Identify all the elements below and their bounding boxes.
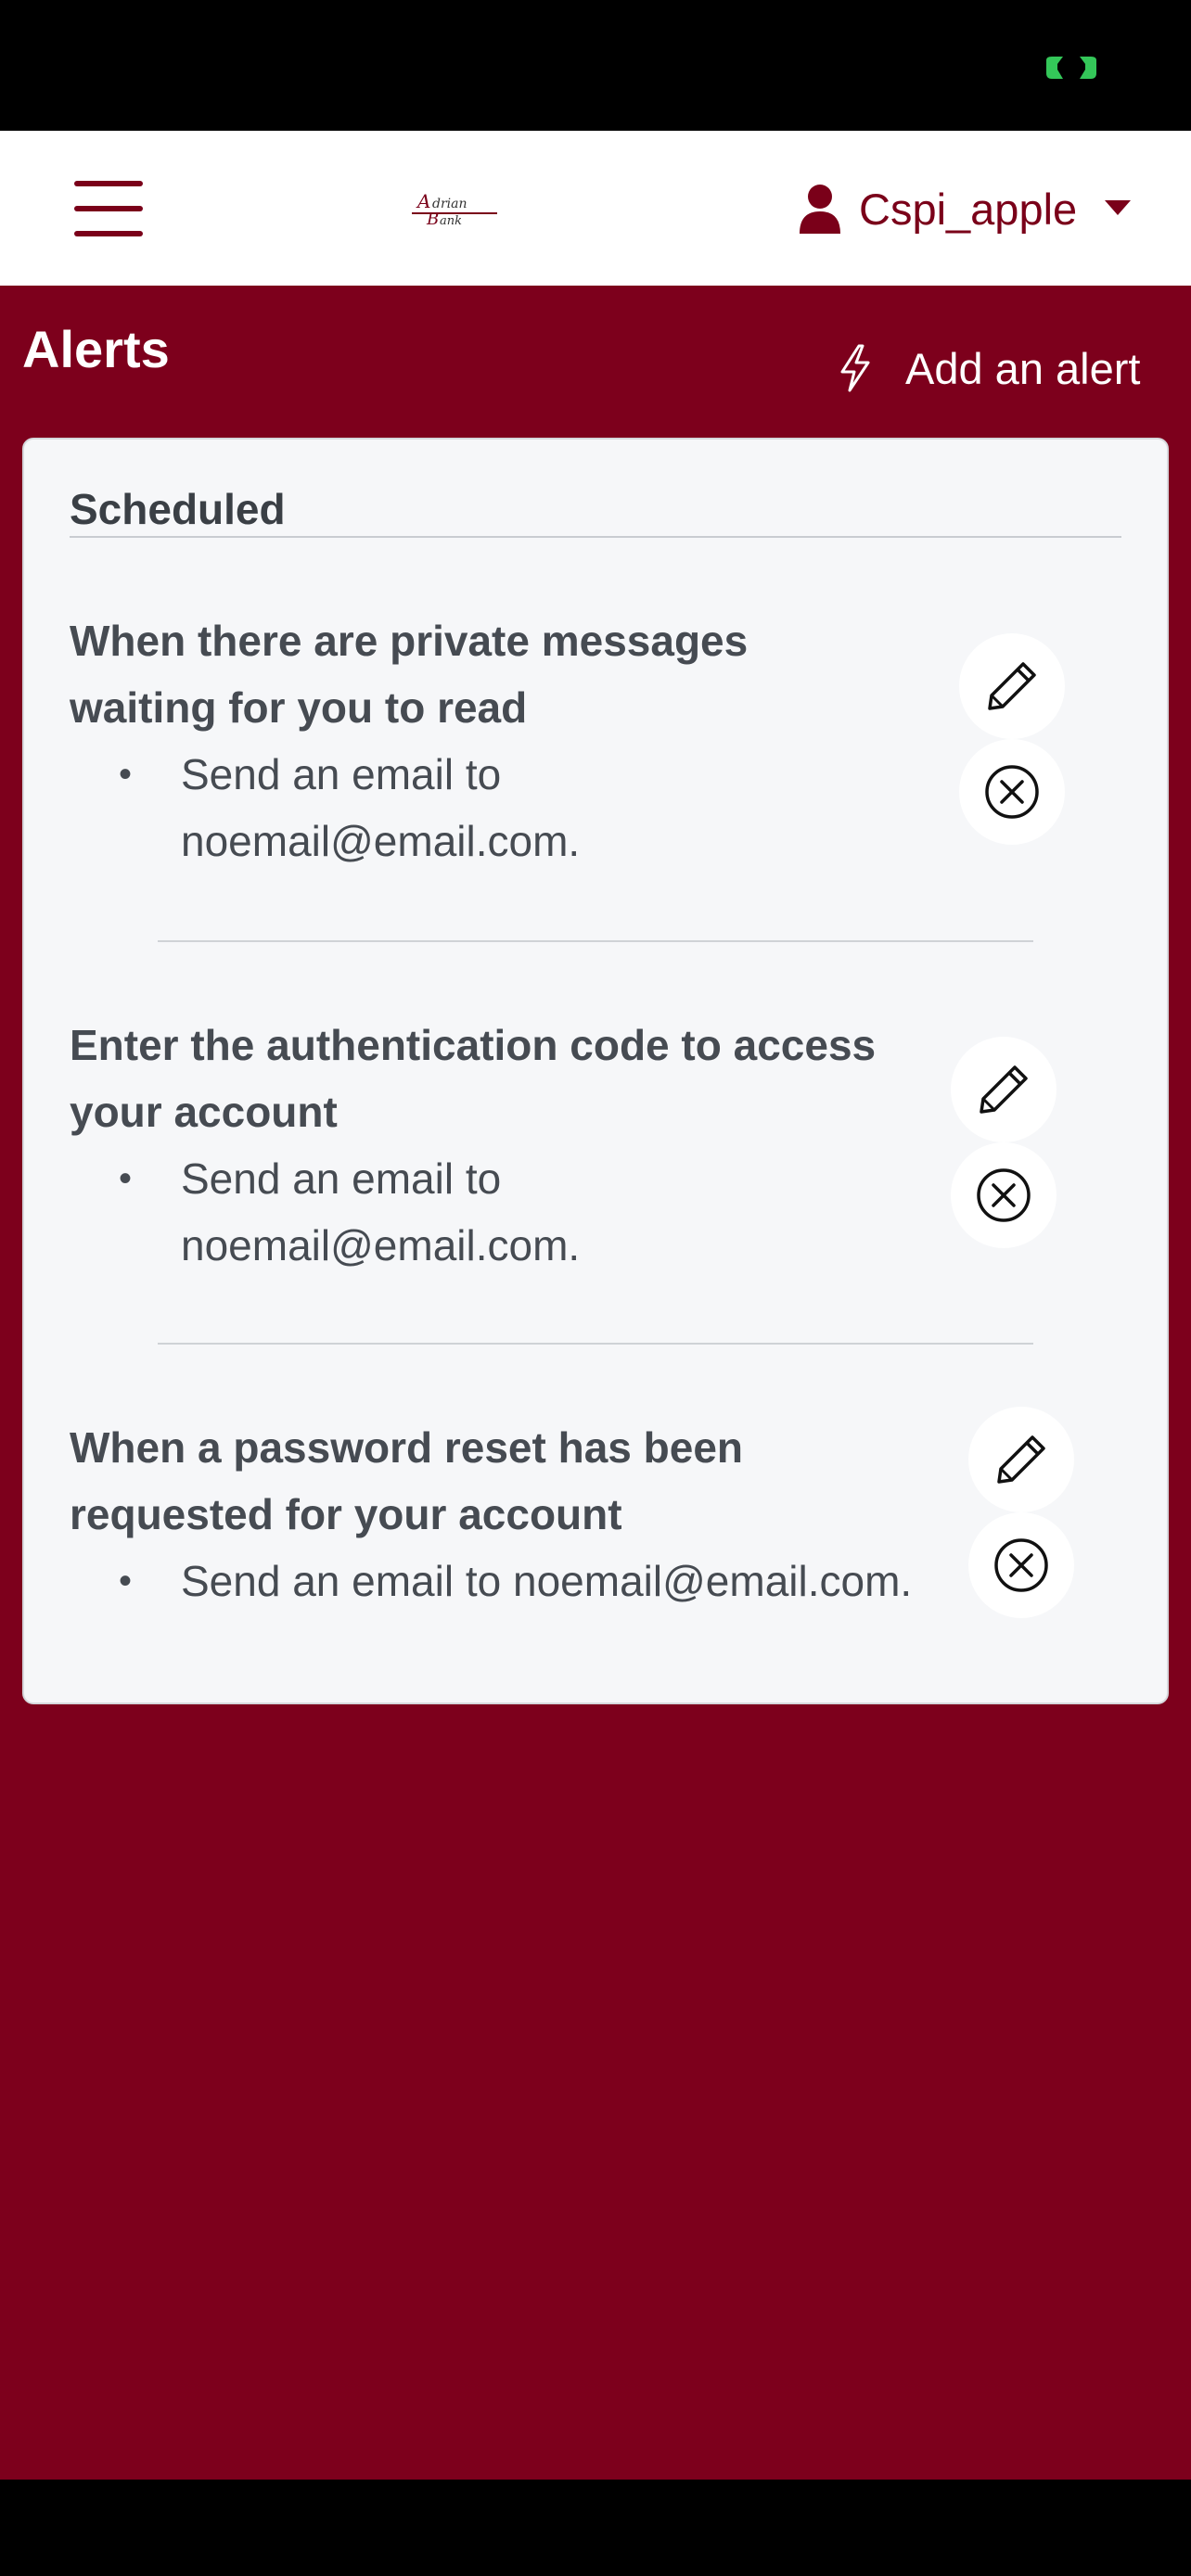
lightning-bolt-icon xyxy=(840,344,870,392)
hamburger-line xyxy=(74,206,143,211)
alert-title-line: When a password reset has been xyxy=(70,1423,744,1472)
delete-alert-button[interactable] xyxy=(968,1512,1074,1618)
home-bar xyxy=(0,2480,1191,2576)
hamburger-menu-button[interactable] xyxy=(74,181,143,236)
page-title: Alerts xyxy=(22,320,170,378)
alert-action-line: Send an email to noemail@email.com. xyxy=(181,1557,913,1605)
alert-title: When there are private messages waiting … xyxy=(70,607,960,741)
bank-logo: A drian B ank xyxy=(412,190,497,229)
alert-action-item: • Send an email to noemail@email.com. xyxy=(70,1548,912,1614)
alert-divider xyxy=(158,940,1033,942)
alert-title-line: When there are private messages xyxy=(70,617,749,665)
pencil-icon xyxy=(980,1065,1028,1114)
status-bar xyxy=(0,0,1191,131)
user-icon xyxy=(800,185,840,234)
alert-action-line: noemail@email.com. xyxy=(181,817,581,865)
alert-title-line: waiting for you to read xyxy=(70,683,528,732)
edit-alert-button[interactable] xyxy=(968,1407,1074,1512)
status-indicator-icon xyxy=(1046,57,1096,79)
delete-alert-button[interactable] xyxy=(959,739,1065,845)
circle-x-icon xyxy=(985,765,1039,819)
section-title-scheduled: Scheduled xyxy=(70,485,286,533)
user-menu-dropdown[interactable]: Cspi_apple xyxy=(798,176,1132,241)
alert-title-line: your account xyxy=(70,1088,338,1136)
alert-action-line: Send an email to xyxy=(181,750,502,798)
alert-action-line: Send an email to xyxy=(181,1154,502,1203)
hamburger-line xyxy=(74,231,143,236)
add-alert-button[interactable]: Add an alert xyxy=(839,338,1140,398)
circle-x-icon xyxy=(994,1538,1048,1592)
alert-title: Enter the authentication code to access … xyxy=(70,1012,960,1145)
alert-title-line: requested for your account xyxy=(70,1490,622,1538)
add-alert-label: Add an alert xyxy=(905,343,1141,393)
alert-divider xyxy=(158,1343,1033,1345)
caret-down-icon xyxy=(1105,200,1132,215)
alert-action-item: • Send an email to noemail@email.com. xyxy=(70,741,580,874)
pencil-icon xyxy=(997,1435,1045,1484)
alert-action-item: • Send an email to noemail@email.com. xyxy=(70,1145,580,1279)
section-divider xyxy=(70,536,1121,538)
hamburger-line xyxy=(74,181,143,186)
bullet: • xyxy=(118,1561,132,1601)
edit-alert-button[interactable] xyxy=(951,1037,1057,1142)
edit-alert-button[interactable] xyxy=(959,633,1065,739)
username-label: Cspi_apple xyxy=(859,184,1078,234)
alert-title-line: Enter the authentication code to access xyxy=(70,1021,877,1069)
delete-alert-button[interactable] xyxy=(951,1142,1057,1248)
pencil-icon xyxy=(988,662,1036,710)
svg-text:ank: ank xyxy=(440,214,462,228)
alert-title: When a password reset has been requested… xyxy=(70,1414,960,1548)
circle-x-icon xyxy=(977,1168,1031,1222)
bullet: • xyxy=(118,754,132,795)
bullet: • xyxy=(118,1158,132,1199)
alert-action-line: noemail@email.com. xyxy=(181,1221,581,1269)
